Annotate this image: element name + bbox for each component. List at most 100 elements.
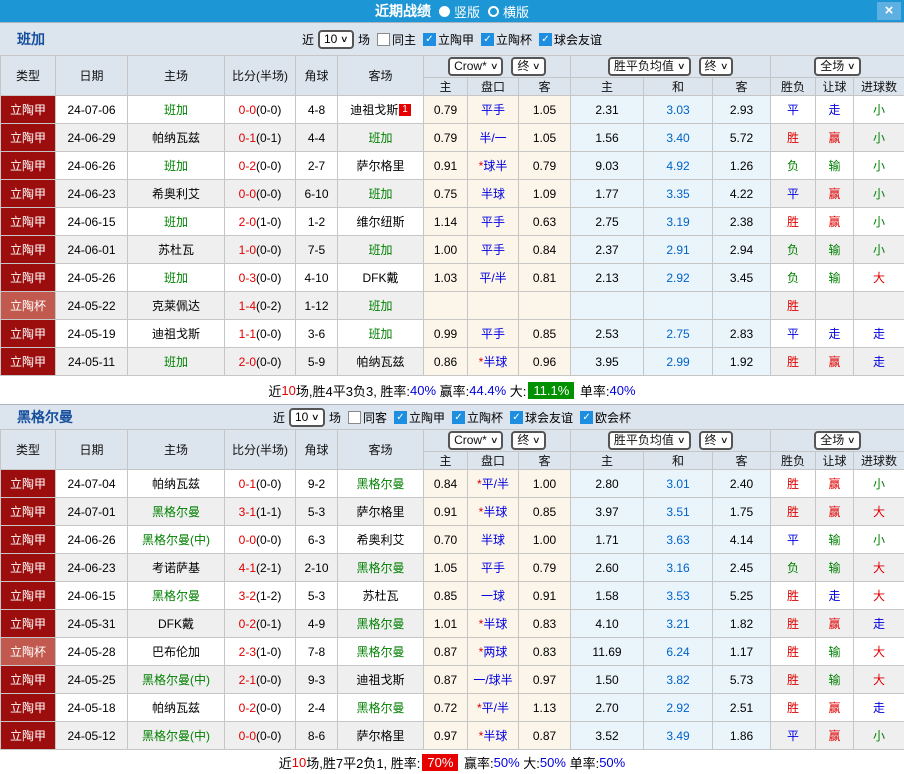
home-team-cell: 班加 <box>128 264 225 292</box>
filter-checkbox-label-1[interactable]: 立陶甲 <box>409 409 445 426</box>
filter-checkbox-label-3[interactable]: 球会友谊 <box>554 31 602 48</box>
odds-final-select[interactable]: 终∨ <box>511 431 546 450</box>
result-cell: 胜 <box>771 638 816 666</box>
filter-checkbox-3[interactable]: ✓ <box>510 411 523 424</box>
col-header-goals: 进球数 <box>854 78 904 96</box>
handicap-cell <box>468 292 519 320</box>
col-header-goals: 进球数 <box>854 452 904 470</box>
scope-select[interactable]: 全场∨ <box>814 431 861 450</box>
filter-checkbox-label-0[interactable]: 同主 <box>392 31 416 48</box>
odds-away-cell: 1.05 <box>519 96 571 124</box>
handicap-cell: 平/半 <box>468 264 519 292</box>
home-team-cell: 黑格尔曼(中) <box>128 526 225 554</box>
handicap-cell: 半球 <box>468 180 519 208</box>
match-count-select-value: 10 <box>324 32 337 47</box>
odds-home-cell: 0.91 <box>424 152 468 180</box>
odds-away-cell: 1.00 <box>519 470 571 498</box>
avg-final-select[interactable]: 终∨ <box>699 57 734 76</box>
date-cell: 24-07-01 <box>56 498 128 526</box>
result-cell: 胜 <box>771 582 816 610</box>
summary-token: 单率: <box>576 381 609 400</box>
date-cell: 24-06-26 <box>56 152 128 180</box>
date-cell: 24-06-29 <box>56 124 128 152</box>
filter-checkbox-label-3[interactable]: 球会友谊 <box>525 409 573 426</box>
filter-checkbox-2[interactable]: ✓ <box>481 33 494 46</box>
odds-source-select[interactable]: Crow*∨ <box>448 431 503 450</box>
scope-group-header: 全场∨ <box>771 430 904 452</box>
horizontal-layout-label[interactable]: 横版 <box>503 2 529 21</box>
date-cell: 24-07-04 <box>56 470 128 498</box>
filter-checkbox-2[interactable]: ✓ <box>452 411 465 424</box>
goals-cell: 小 <box>854 124 904 152</box>
home-team-cell: 班加 <box>128 152 225 180</box>
corner-cell: 8-6 <box>296 722 338 750</box>
close-icon[interactable]: × <box>877 2 901 20</box>
match-row: 立陶杯24-05-22克莱佩达1-4(0-2)1-12班加胜 <box>1 292 904 320</box>
chevron-down-icon: ∨ <box>677 59 686 74</box>
avg-home-cell: 2.13 <box>571 264 644 292</box>
horizontal-layout-radio[interactable] <box>488 6 499 17</box>
competition-cell: 立陶甲 <box>1 554 56 582</box>
filter-checkbox-1[interactable]: ✓ <box>423 33 436 46</box>
filter-checkbox-label-1[interactable]: 立陶甲 <box>438 31 474 48</box>
score-cell: 3-1(1-1) <box>225 498 296 526</box>
filter-checkbox-0[interactable] <box>348 411 361 424</box>
avg-home-cell: 9.03 <box>571 152 644 180</box>
avg-draw-cell: 3.16 <box>644 554 713 582</box>
match-count-select[interactable]: 10∨ <box>289 408 325 427</box>
vertical-layout-label[interactable]: 竖版 <box>454 2 480 21</box>
goals-cell: 小 <box>854 96 904 124</box>
col-header-avg_draw: 和 <box>644 78 713 96</box>
goals-cell: 大 <box>854 638 904 666</box>
let-ball-cell: 赢 <box>816 470 854 498</box>
chevron-down-icon: ∨ <box>720 59 729 74</box>
date-cell: 24-07-06 <box>56 96 128 124</box>
avg-home-cell: 2.80 <box>571 470 644 498</box>
away-team-cell: 黑格尔曼 <box>338 610 424 638</box>
vertical-layout-radio[interactable] <box>439 6 450 17</box>
home-team-cell: 克莱佩达 <box>128 292 225 320</box>
col-header-avg_home: 主 <box>571 78 644 96</box>
date-cell: 24-06-23 <box>56 180 128 208</box>
match-count-select[interactable]: 10∨ <box>318 30 354 49</box>
goals-cell <box>854 292 904 320</box>
corner-cell: 5-3 <box>296 582 338 610</box>
let-ball-cell: 输 <box>816 264 854 292</box>
avg-type-select[interactable]: 胜平负均值∨ <box>608 57 691 76</box>
filter-checkbox-0[interactable] <box>377 33 390 46</box>
filter-checkbox-label-2[interactable]: 立陶杯 <box>496 31 532 48</box>
odds-home-cell: 1.14 <box>424 208 468 236</box>
filter-checkbox-1[interactable]: ✓ <box>394 411 407 424</box>
home-team-cell: 希奥利艾 <box>128 180 225 208</box>
date-cell: 24-05-18 <box>56 694 128 722</box>
avg-type-select[interactable]: 胜平负均值∨ <box>608 431 691 450</box>
avg-draw-cell: 2.75 <box>644 320 713 348</box>
competition-cell: 立陶甲 <box>1 470 56 498</box>
avg-draw-cell: 3.01 <box>644 470 713 498</box>
filter-checkbox-4[interactable]: ✓ <box>580 411 593 424</box>
filter-checkbox-3[interactable]: ✓ <box>539 33 552 46</box>
filter-checkbox-label-4[interactable]: 欧会杯 <box>595 409 631 426</box>
scope-select[interactable]: 全场∨ <box>814 57 861 76</box>
col-header-home: 主场 <box>128 430 225 470</box>
home-team-cell: 班加 <box>128 96 225 124</box>
match-row: 立陶甲24-06-29帕纳瓦兹0-1(0-1)4-4班加0.79半/一1.051… <box>1 124 904 152</box>
filter-checkbox-label-2[interactable]: 立陶杯 <box>467 409 503 426</box>
odds-home-cell: 0.87 <box>424 638 468 666</box>
avg-home-cell: 1.71 <box>571 526 644 554</box>
home-team-cell: 帕纳瓦兹 <box>128 694 225 722</box>
away-team-cell: 黑格尔曼 <box>338 470 424 498</box>
odds-home-cell: 0.87 <box>424 666 468 694</box>
away-team-summary: 近10场,胜7平2负1, 胜率:70% 赢率:50% 大:50% 单率:50% <box>0 750 904 774</box>
score-cell: 0-0(0-0) <box>225 180 296 208</box>
corner-cell: 1-12 <box>296 292 338 320</box>
avg-home-cell: 3.95 <box>571 348 644 376</box>
date-cell: 24-06-26 <box>56 526 128 554</box>
odds-source-select[interactable]: Crow*∨ <box>448 57 503 76</box>
odds-final-select[interactable]: 终∨ <box>511 57 546 76</box>
avg-final-select[interactable]: 终∨ <box>699 431 734 450</box>
filter-checkbox-label-0[interactable]: 同客 <box>363 409 387 426</box>
away-team-cell: 班加 <box>338 236 424 264</box>
filter-suffix-label: 场 <box>358 31 370 48</box>
col-header-score: 比分(半场) <box>225 56 296 96</box>
